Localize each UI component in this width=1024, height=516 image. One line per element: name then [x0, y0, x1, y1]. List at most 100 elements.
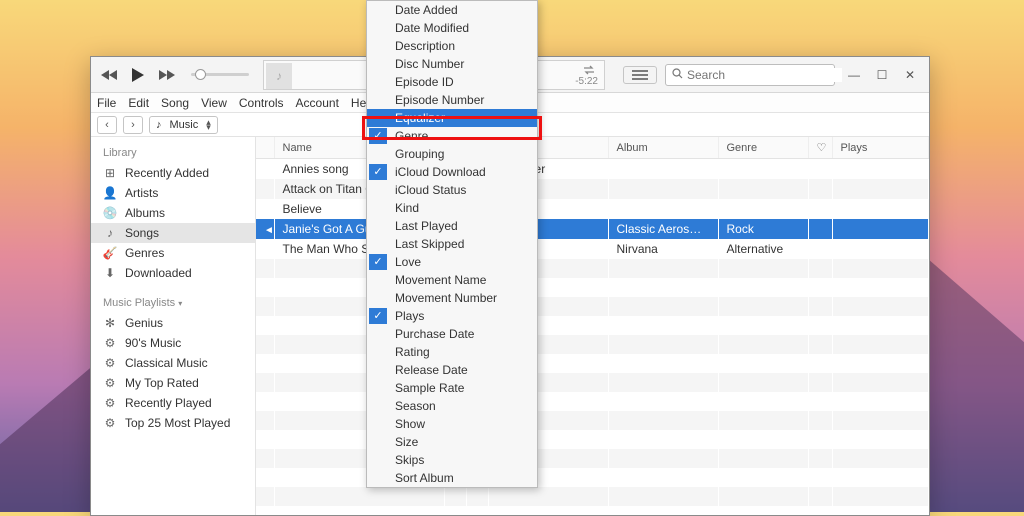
menu-item-icloud-download[interactable]: iCloud Download [367, 163, 537, 181]
search-icon [672, 68, 683, 82]
minimize-button[interactable]: — [843, 68, 865, 82]
menu-item-date-modified[interactable]: Date Modified [367, 19, 537, 37]
sidebar-icon: ⬇ [103, 266, 117, 280]
table-row[interactable]: Believe [256, 199, 929, 219]
table-row [256, 278, 929, 297]
menu-item-date-added[interactable]: Date Added [367, 1, 537, 19]
table-row [256, 335, 929, 354]
menu-item-purchase-date[interactable]: Purchase Date [367, 325, 537, 343]
music-note-icon: ♪ [156, 119, 162, 131]
search-field[interactable] [665, 64, 835, 86]
menu-item-movement-name[interactable]: Movement Name [367, 271, 537, 289]
next-track-button[interactable] [157, 69, 177, 81]
sidebar-playlist-classical-music[interactable]: ⚙Classical Music [91, 353, 255, 373]
sidebar-item-artists[interactable]: 👤Artists [91, 183, 255, 203]
menu-file[interactable]: File [97, 96, 116, 110]
menu-item-disc-number[interactable]: Disc Number [367, 55, 537, 73]
search-input[interactable] [687, 68, 842, 82]
menu-item-icloud-status[interactable]: iCloud Status [367, 181, 537, 199]
table-row [256, 316, 929, 335]
table-row [256, 487, 929, 506]
table-row [256, 354, 929, 373]
menu-item-episode-number[interactable]: Episode Number [367, 91, 537, 109]
library-picker-label: Music [170, 119, 199, 131]
menu-item-grouping[interactable]: Grouping [367, 145, 537, 163]
table-row [256, 449, 929, 468]
previous-track-button[interactable] [99, 69, 119, 81]
sidebar-playlist-my-top-rated[interactable]: ⚙My Top Rated [91, 373, 255, 393]
menu-item-love[interactable]: Love [367, 253, 537, 271]
column-header[interactable]: Plays [832, 137, 929, 159]
table-row[interactable]: The Man Who SolvanaNirvanaAlternative [256, 239, 929, 259]
table-row [256, 506, 929, 515]
playlist-icon: ✻ [103, 316, 117, 330]
menu-item-sample-rate[interactable]: Sample Rate [367, 379, 537, 397]
column-header[interactable]: ♡ [808, 137, 832, 159]
sidebar-item-songs[interactable]: ♪Songs [91, 223, 255, 243]
volume-slider[interactable] [187, 73, 253, 76]
table-row [256, 430, 929, 449]
menu-edit[interactable]: Edit [128, 96, 149, 110]
sidebar-icon: 🎸 [103, 246, 117, 260]
table-row [256, 259, 929, 278]
sidebar-playlist-recently-played[interactable]: ⚙Recently Played [91, 393, 255, 413]
table-row[interactable]: Attack on Titan Op [256, 179, 929, 199]
playlist-icon: ⚙ [103, 356, 117, 370]
close-button[interactable]: ✕ [899, 68, 921, 82]
sidebar-item-downloaded[interactable]: ⬇Downloaded [91, 263, 255, 283]
menu-item-season[interactable]: Season [367, 397, 537, 415]
menu-item-equalizer[interactable]: Equalizer [367, 109, 537, 127]
menu-item-last-skipped[interactable]: Last Skipped [367, 235, 537, 253]
menu-item-episode-id[interactable]: Episode ID [367, 73, 537, 91]
menu-item-genre[interactable]: Genre [367, 127, 537, 145]
library-picker[interactable]: ♪ Music ▴▾ [149, 116, 218, 134]
table-row [256, 411, 929, 430]
playlist-icon: ⚙ [103, 416, 117, 430]
table-header-row: NamestAlbumGenre♡Plays [256, 137, 929, 159]
forward-button[interactable]: › [123, 116, 143, 134]
column-header[interactable]: Genre [718, 137, 808, 159]
album-art-icon: ♪ [266, 63, 292, 89]
maximize-button[interactable]: ☐ [871, 68, 893, 82]
sidebar-item-albums[interactable]: 💿Albums [91, 203, 255, 223]
sidebar-item-recently-added[interactable]: ⊞Recently Added [91, 163, 255, 183]
menu-item-last-played[interactable]: Last Played [367, 217, 537, 235]
menu-item-skips[interactable]: Skips [367, 451, 537, 469]
menu-item-rating[interactable]: Rating [367, 343, 537, 361]
sidebar-playlist-genius[interactable]: ✻Genius [91, 313, 255, 333]
sidebar-header-library: Library [91, 143, 255, 163]
window-controls: — ☐ ✕ [843, 68, 921, 82]
sidebar-item-genres[interactable]: 🎸Genres [91, 243, 255, 263]
sidebar-playlist-top-25-most-played[interactable]: ⚙Top 25 Most Played [91, 413, 255, 433]
sidebar-icon: ⊞ [103, 166, 117, 180]
table-row [256, 468, 929, 487]
view-list-button[interactable] [623, 66, 657, 84]
sidebar-header-playlists[interactable]: Music Playlists ▾ [91, 293, 255, 313]
play-button[interactable] [131, 67, 145, 83]
menu-song[interactable]: Song [161, 96, 189, 110]
column-header[interactable]: Album [608, 137, 718, 159]
table-row [256, 392, 929, 411]
menu-item-plays[interactable]: Plays [367, 307, 537, 325]
columns-context-menu: Date AddedDate ModifiedDescriptionDisc N… [366, 0, 538, 488]
sidebar-playlist-90-s-music[interactable]: ⚙90's Music [91, 333, 255, 353]
playlist-icon: ⚙ [103, 336, 117, 350]
chevron-updown-icon: ▴▾ [206, 120, 211, 130]
menu-item-sort-album[interactable]: Sort Album [367, 469, 537, 487]
menu-item-size[interactable]: Size [367, 433, 537, 451]
menu-account[interactable]: Account [296, 96, 339, 110]
sidebar-icon: 💿 [103, 206, 117, 220]
table-row[interactable]: Annies songn Denver [256, 159, 929, 180]
menu-item-movement-number[interactable]: Movement Number [367, 289, 537, 307]
chevron-down-icon: ▾ [178, 299, 182, 308]
menu-controls[interactable]: Controls [239, 96, 284, 110]
back-button[interactable]: ‹ [97, 116, 117, 134]
menu-item-release-date[interactable]: Release Date [367, 361, 537, 379]
menu-item-show[interactable]: Show [367, 415, 537, 433]
menu-item-description[interactable]: Description [367, 37, 537, 55]
sidebar-icon: ♪ [103, 226, 117, 240]
table-row[interactable]: ◄)Janie's Got A GunosmithClassic Aerosmi… [256, 219, 929, 239]
column-header[interactable] [256, 137, 274, 159]
menu-view[interactable]: View [201, 96, 227, 110]
menu-item-kind[interactable]: Kind [367, 199, 537, 217]
